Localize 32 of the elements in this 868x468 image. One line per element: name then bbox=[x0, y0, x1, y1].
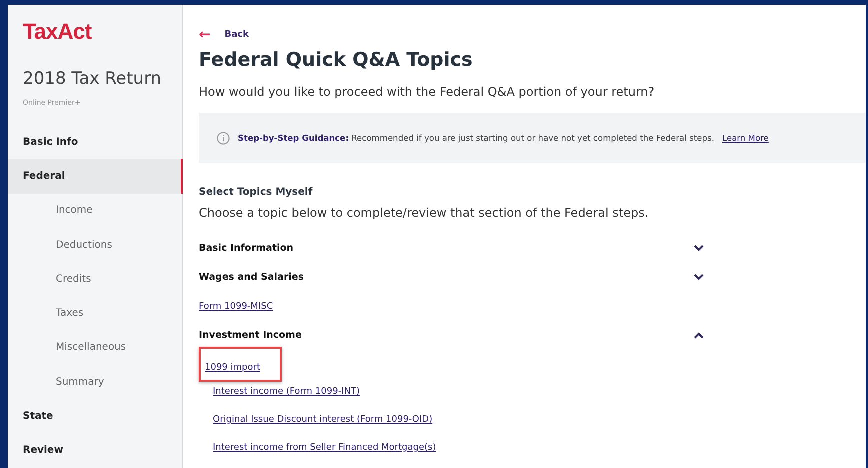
nav-subitem[interactable]: Deductions bbox=[8, 228, 183, 262]
topic-label: Basic Information bbox=[199, 243, 294, 254]
topic-link[interactable]: Interest income from Seller Financed Mortgage(s) bbox=[213, 443, 436, 453]
nav-item[interactable]: Review bbox=[8, 434, 183, 468]
topic-section[interactable]: Investment Income bbox=[199, 321, 704, 350]
topic-link[interactable]: 1099 import bbox=[205, 362, 260, 372]
logo: TaxAct bbox=[22, 18, 93, 45]
topic-link[interactable]: Interest income (Form 1099-INT) bbox=[213, 387, 360, 397]
return-title: 2018 Tax Return bbox=[22, 68, 163, 89]
guidance-text: Step-by-Step Guidance: Recommended if you are just starting out or have not yet completed the Federal steps. bbox=[238, 133, 714, 143]
nav-subitem[interactable]: Taxes bbox=[8, 296, 183, 331]
learn-more-link[interactable]: Learn More bbox=[722, 133, 769, 143]
nav-item[interactable]: State bbox=[8, 399, 183, 434]
nav-subitem[interactable]: Miscellaneous bbox=[8, 330, 183, 366]
section-heading: Select Topics Myself bbox=[199, 187, 314, 198]
topic-label: Wages and Salaries bbox=[199, 272, 304, 283]
info-icon bbox=[217, 132, 230, 144]
question-text: How would you like to proceed with the Federal Q&A portion of your return? bbox=[199, 85, 656, 99]
nav-item[interactable]: Basic Info bbox=[8, 125, 183, 160]
nav-subitem[interactable]: Income bbox=[8, 194, 183, 228]
topic-label: Investment Income bbox=[199, 330, 302, 341]
nav-item[interactable]: Federal bbox=[8, 159, 183, 194]
topic-section[interactable]: Basic Information bbox=[199, 234, 704, 263]
topic-section[interactable]: Wages and Salaries bbox=[199, 263, 704, 292]
section-intro: Choose a topic below to complete/review that section of the Federal steps. bbox=[199, 206, 650, 220]
page-title: Federal Quick Q&A Topics bbox=[199, 49, 474, 71]
nav-subitem[interactable]: Summary bbox=[8, 365, 183, 400]
nav-subitem[interactable]: Credits bbox=[8, 262, 183, 296]
back-arrow-icon: ← bbox=[199, 27, 211, 43]
back-link[interactable]: ← Back bbox=[199, 27, 866, 43]
topic-link[interactable]: Form 1099-MISC bbox=[199, 302, 274, 312]
topic-link[interactable]: Original Issue Discount interest (Form 1099-OID) bbox=[213, 415, 433, 425]
